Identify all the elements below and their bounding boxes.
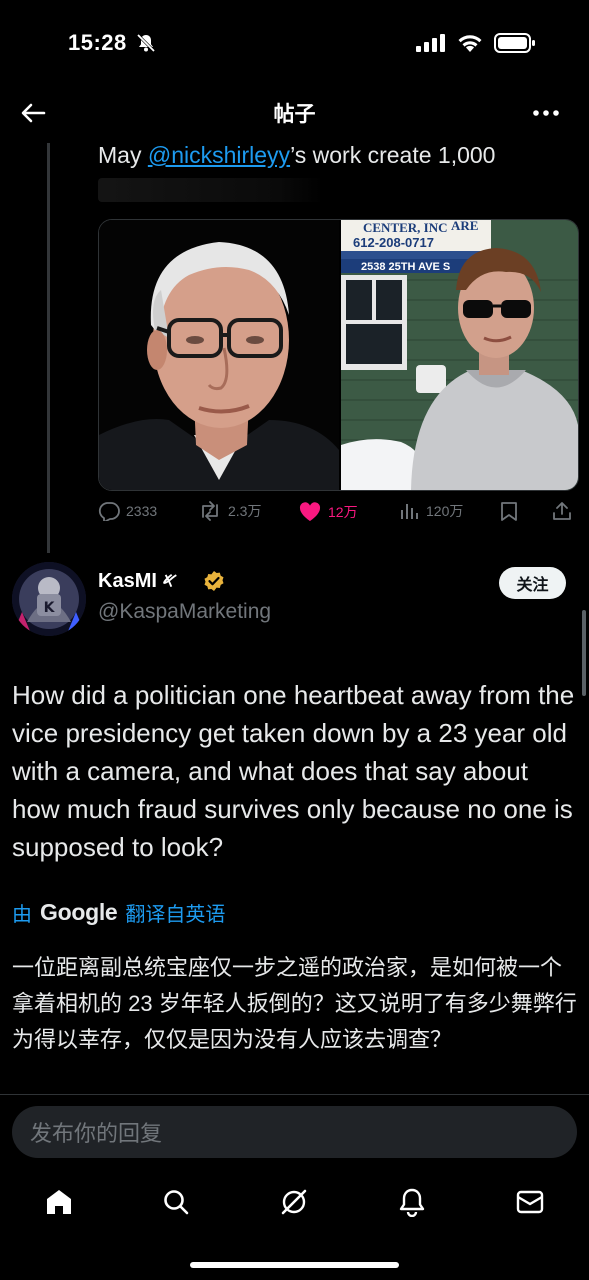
display-name-text: KasMI	[98, 570, 157, 592]
nav-notifications[interactable]	[394, 1184, 430, 1220]
display-name-glyph: 𐤀	[162, 570, 178, 592]
media-grid[interactable]: CENTER, INC ARE 612-208-0717 2538 25TH A…	[98, 219, 579, 491]
mention-link[interactable]: @nickshirleyy	[148, 142, 290, 168]
translated-body: 一位距离副总统宝座仅一步之遥的政治家，是如何被一个拿着相机的 23 岁年轻人扳倒…	[12, 955, 577, 1052]
nav-search[interactable]	[158, 1184, 194, 1220]
repost-icon	[202, 501, 218, 521]
bottom-navigation	[0, 1172, 589, 1232]
nav-messages[interactable]	[512, 1184, 548, 1220]
envelope-icon	[516, 1190, 544, 1214]
parent-tweet-text: May @nickshirleyy’s work create 1,000	[98, 142, 495, 169]
share-icon	[553, 502, 571, 520]
sign-line-3: 2538 25TH AVE S	[361, 261, 450, 273]
home-icon	[47, 1190, 71, 1214]
wifi-icon	[456, 32, 484, 54]
reply-input[interactable]: 发布你的回复	[12, 1106, 577, 1158]
sign-line-2: 612-208-0717	[353, 235, 434, 250]
sign-corner: ARE	[451, 220, 478, 233]
user-handle[interactable]: @KaspaMarketing	[98, 600, 271, 624]
home-indicator[interactable]	[190, 1262, 399, 1268]
page-title: 帖子	[273, 103, 316, 126]
cellular-signal-icon	[416, 34, 446, 52]
battery-icon	[494, 33, 536, 53]
tweet-body: How did a politician one heartbeat away …	[12, 680, 575, 862]
thread-connector-line	[47, 143, 50, 553]
nav-home[interactable]	[41, 1184, 77, 1220]
more-horizontal-icon	[533, 110, 559, 116]
svg-text:K: K	[44, 600, 56, 616]
parent-text-prefix: May	[98, 142, 148, 168]
bookmark-icon	[501, 502, 517, 521]
reply-count: 2333	[126, 503, 158, 519]
views-action[interactable]: 120万	[400, 501, 463, 521]
translation-attribution[interactable]: 由 Google 翻译自英语	[12, 898, 225, 927]
faded-text-line	[98, 178, 323, 202]
parent-text-suffix: ’s work create 1,000	[290, 142, 496, 168]
verified-badge-icon	[203, 570, 225, 592]
avatar[interactable]: K	[12, 562, 86, 636]
google-logo: Google	[40, 899, 118, 925]
nav-grok[interactable]	[276, 1184, 312, 1220]
display-name[interactable]: KasMI 𐤀	[98, 570, 177, 593]
app-header: 帖子	[0, 88, 589, 138]
like-count: 12万	[328, 503, 358, 520]
reply-action[interactable]: 2333	[98, 501, 157, 521]
more-options-button[interactable]	[530, 100, 562, 126]
heart-filled-icon	[299, 502, 321, 521]
repost-count: 2.3万	[228, 503, 262, 519]
analytics-icon	[401, 504, 418, 519]
repost-action[interactable]: 2.3万	[198, 501, 261, 521]
status-bar: 15:28	[0, 0, 589, 88]
view-count: 120万	[426, 503, 464, 519]
translated-by-label: 由	[12, 904, 32, 926]
media-photo-reporter[interactable]: CENTER, INC ARE 612-208-0717 2538 25TH A…	[341, 220, 578, 490]
comment-icon	[98, 502, 120, 521]
translated-from-label: 翻译自英语	[125, 904, 226, 926]
grok-icon	[281, 1189, 307, 1215]
reply-divider	[0, 1094, 589, 1095]
status-time: 15:28	[68, 30, 127, 55]
bookmark-button[interactable]	[500, 501, 518, 522]
media-photo-politician[interactable]	[99, 220, 339, 490]
bell-icon	[399, 1188, 425, 1217]
follow-button[interactable]: 关注	[499, 567, 566, 599]
sign-line-1: CENTER, INC	[363, 220, 448, 235]
search-icon	[164, 1190, 189, 1215]
like-action[interactable]: 12万	[298, 501, 358, 522]
parent-tweet-actions: 2333 2.3万 12万 120万	[98, 501, 577, 529]
scrollbar[interactable]	[582, 610, 586, 696]
share-button[interactable]	[552, 501, 572, 521]
bell-slash-icon	[136, 33, 156, 53]
